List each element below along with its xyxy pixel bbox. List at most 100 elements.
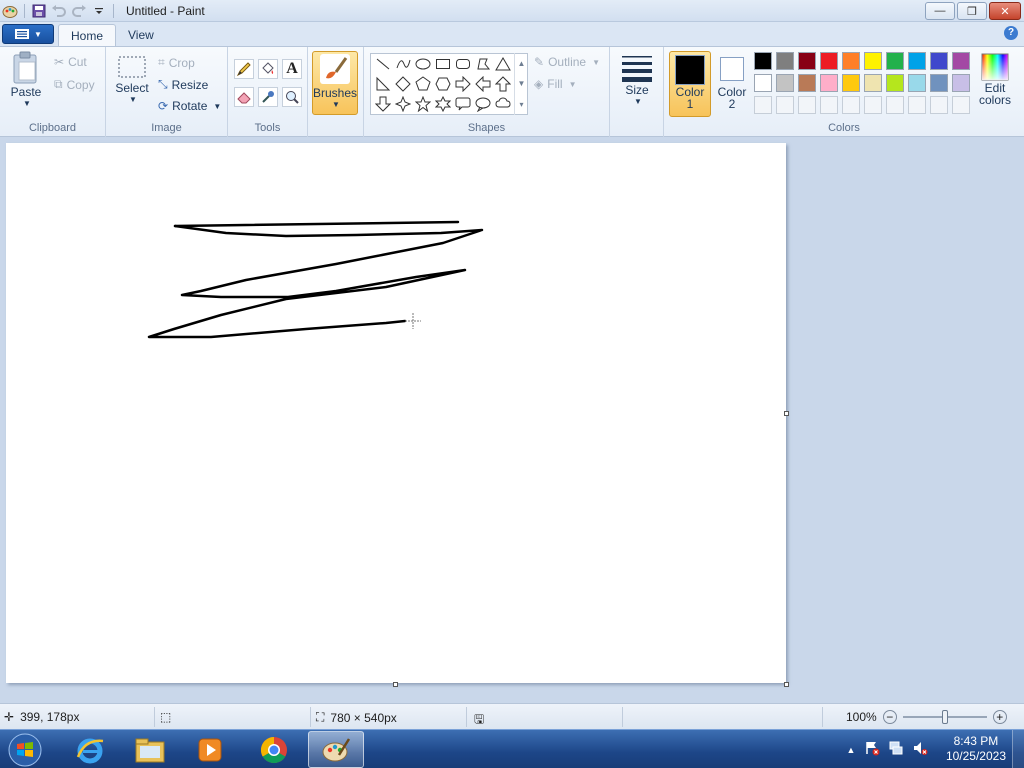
zoom-slider[interactable] (902, 710, 987, 724)
paint-taskbar-icon[interactable] (308, 731, 364, 768)
color2-button[interactable]: Color 2 (714, 51, 750, 117)
line-shape-icon[interactable] (373, 54, 393, 74)
palette-color-swatch[interactable] (886, 74, 904, 92)
paste-button[interactable]: Paste ▼ (6, 51, 46, 108)
custom-color-slot[interactable] (864, 96, 882, 114)
palette-color-swatch[interactable] (776, 52, 794, 70)
file-explorer-taskbar-icon[interactable] (122, 731, 178, 768)
outline-button[interactable]: ✎ Outline ▼ (534, 55, 600, 69)
show-hidden-icons-icon[interactable]: ▲ (842, 745, 860, 755)
palette-color-swatch[interactable] (908, 74, 926, 92)
color1-button[interactable]: Color 1 (669, 51, 711, 117)
fill-bucket-icon[interactable] (258, 59, 278, 79)
custom-color-slot[interactable] (776, 96, 794, 114)
zoom-in-icon[interactable]: + (992, 710, 1007, 724)
oval-shape-icon[interactable] (413, 54, 433, 74)
help-icon[interactable]: ? (1004, 26, 1018, 40)
resize-handle-right[interactable] (784, 411, 789, 416)
rectangle-shape-icon[interactable] (433, 54, 453, 74)
edit-colors-button[interactable]: Edit colors (976, 53, 1014, 106)
show-desktop-button[interactable] (1012, 730, 1024, 768)
zoom-out-icon[interactable]: − (882, 710, 897, 724)
brushes-button[interactable]: Brushes ▼ (312, 51, 358, 115)
right-triangle-shape-icon[interactable] (373, 74, 393, 94)
custom-color-slot[interactable] (754, 96, 772, 114)
eraser-icon[interactable] (234, 87, 254, 107)
polygon-shape-icon[interactable] (473, 54, 493, 74)
crop-button[interactable]: ⌗ Crop (158, 55, 195, 70)
copy-button[interactable]: ⧉ Copy (54, 77, 95, 92)
custom-color-slot[interactable] (886, 96, 904, 114)
custom-color-slot[interactable] (952, 96, 970, 114)
down-arrow-shape-icon[interactable] (373, 94, 393, 114)
media-player-taskbar-icon[interactable] (182, 731, 238, 768)
network-icon[interactable] (884, 740, 908, 759)
palette-color-swatch[interactable] (776, 74, 794, 92)
cut-button[interactable]: ✂ Cut (54, 55, 87, 69)
four-point-star-shape-icon[interactable] (393, 94, 413, 114)
action-center-icon[interactable] (860, 740, 884, 759)
pencil-icon[interactable] (234, 59, 254, 79)
size-button[interactable]: Size ▼ (616, 53, 658, 106)
maximize-button[interactable]: ❐ (957, 2, 987, 20)
palette-color-swatch[interactable] (886, 52, 904, 70)
save-icon[interactable] (31, 3, 47, 19)
palette-color-swatch[interactable] (864, 74, 882, 92)
scroll-up-icon[interactable]: ▲ (518, 59, 526, 68)
rounded-callout-shape-icon[interactable] (453, 94, 473, 114)
pentagon-shape-icon[interactable] (413, 74, 433, 94)
cloud-callout-shape-icon[interactable] (493, 94, 513, 114)
palette-color-swatch[interactable] (754, 74, 772, 92)
shapes-scroll[interactable]: ▲ ▼ ▾ (514, 53, 528, 115)
paint-app-icon[interactable] (2, 3, 18, 19)
minimize-button[interactable]: — (925, 2, 955, 20)
five-point-star-shape-icon[interactable] (413, 94, 433, 114)
oval-callout-shape-icon[interactable] (473, 94, 493, 114)
paint-menu-button[interactable]: ▼ (2, 24, 54, 44)
custom-color-slot[interactable] (820, 96, 838, 114)
select-button[interactable]: Select ▼ (114, 55, 150, 104)
tab-home[interactable]: Home (58, 24, 117, 46)
resize-handle-corner[interactable] (784, 682, 789, 687)
internet-explorer-taskbar-icon[interactable] (62, 731, 118, 768)
hexagon-shape-icon[interactable] (433, 74, 453, 94)
expand-gallery-icon[interactable]: ▾ (519, 100, 523, 109)
color-picker-icon[interactable] (258, 87, 278, 107)
rounded-rectangle-shape-icon[interactable] (453, 54, 473, 74)
customize-qat-icon[interactable] (91, 3, 107, 19)
palette-color-swatch[interactable] (798, 74, 816, 92)
custom-color-slot[interactable] (842, 96, 860, 114)
diamond-shape-icon[interactable] (393, 74, 413, 94)
left-arrow-shape-icon[interactable] (473, 74, 493, 94)
triangle-shape-icon[interactable] (493, 54, 513, 74)
custom-color-slot[interactable] (798, 96, 816, 114)
zoom-slider-thumb[interactable] (941, 710, 948, 724)
palette-color-swatch[interactable] (930, 52, 948, 70)
resize-handle-bottom[interactable] (393, 682, 398, 687)
palette-color-swatch[interactable] (952, 52, 970, 70)
close-button[interactable]: ✕ (989, 2, 1021, 20)
palette-color-swatch[interactable] (798, 52, 816, 70)
up-arrow-shape-icon[interactable] (493, 74, 513, 94)
palette-color-swatch[interactable] (864, 52, 882, 70)
custom-color-slot[interactable] (908, 96, 926, 114)
curve-shape-icon[interactable] (393, 54, 413, 74)
tab-view[interactable]: View (116, 24, 166, 46)
right-arrow-shape-icon[interactable] (453, 74, 473, 94)
start-button[interactable] (4, 731, 46, 768)
text-icon[interactable]: A (282, 59, 302, 79)
palette-color-swatch[interactable] (754, 52, 772, 70)
rotate-button[interactable]: ⟳ Rotate ▼ (158, 99, 221, 113)
drawing-canvas[interactable] (6, 143, 786, 683)
six-point-star-shape-icon[interactable] (433, 94, 453, 114)
resize-button[interactable]: ⤡ Resize (158, 77, 208, 92)
fill-button[interactable]: ◈ Fill ▼ (534, 77, 576, 91)
custom-color-slot[interactable] (930, 96, 948, 114)
palette-color-swatch[interactable] (908, 52, 926, 70)
magnifier-icon[interactable] (282, 87, 302, 107)
palette-color-swatch[interactable] (820, 52, 838, 70)
redo-icon[interactable] (71, 3, 87, 19)
palette-color-swatch[interactable] (842, 52, 860, 70)
chrome-taskbar-icon[interactable] (246, 731, 302, 768)
palette-color-swatch[interactable] (930, 74, 948, 92)
